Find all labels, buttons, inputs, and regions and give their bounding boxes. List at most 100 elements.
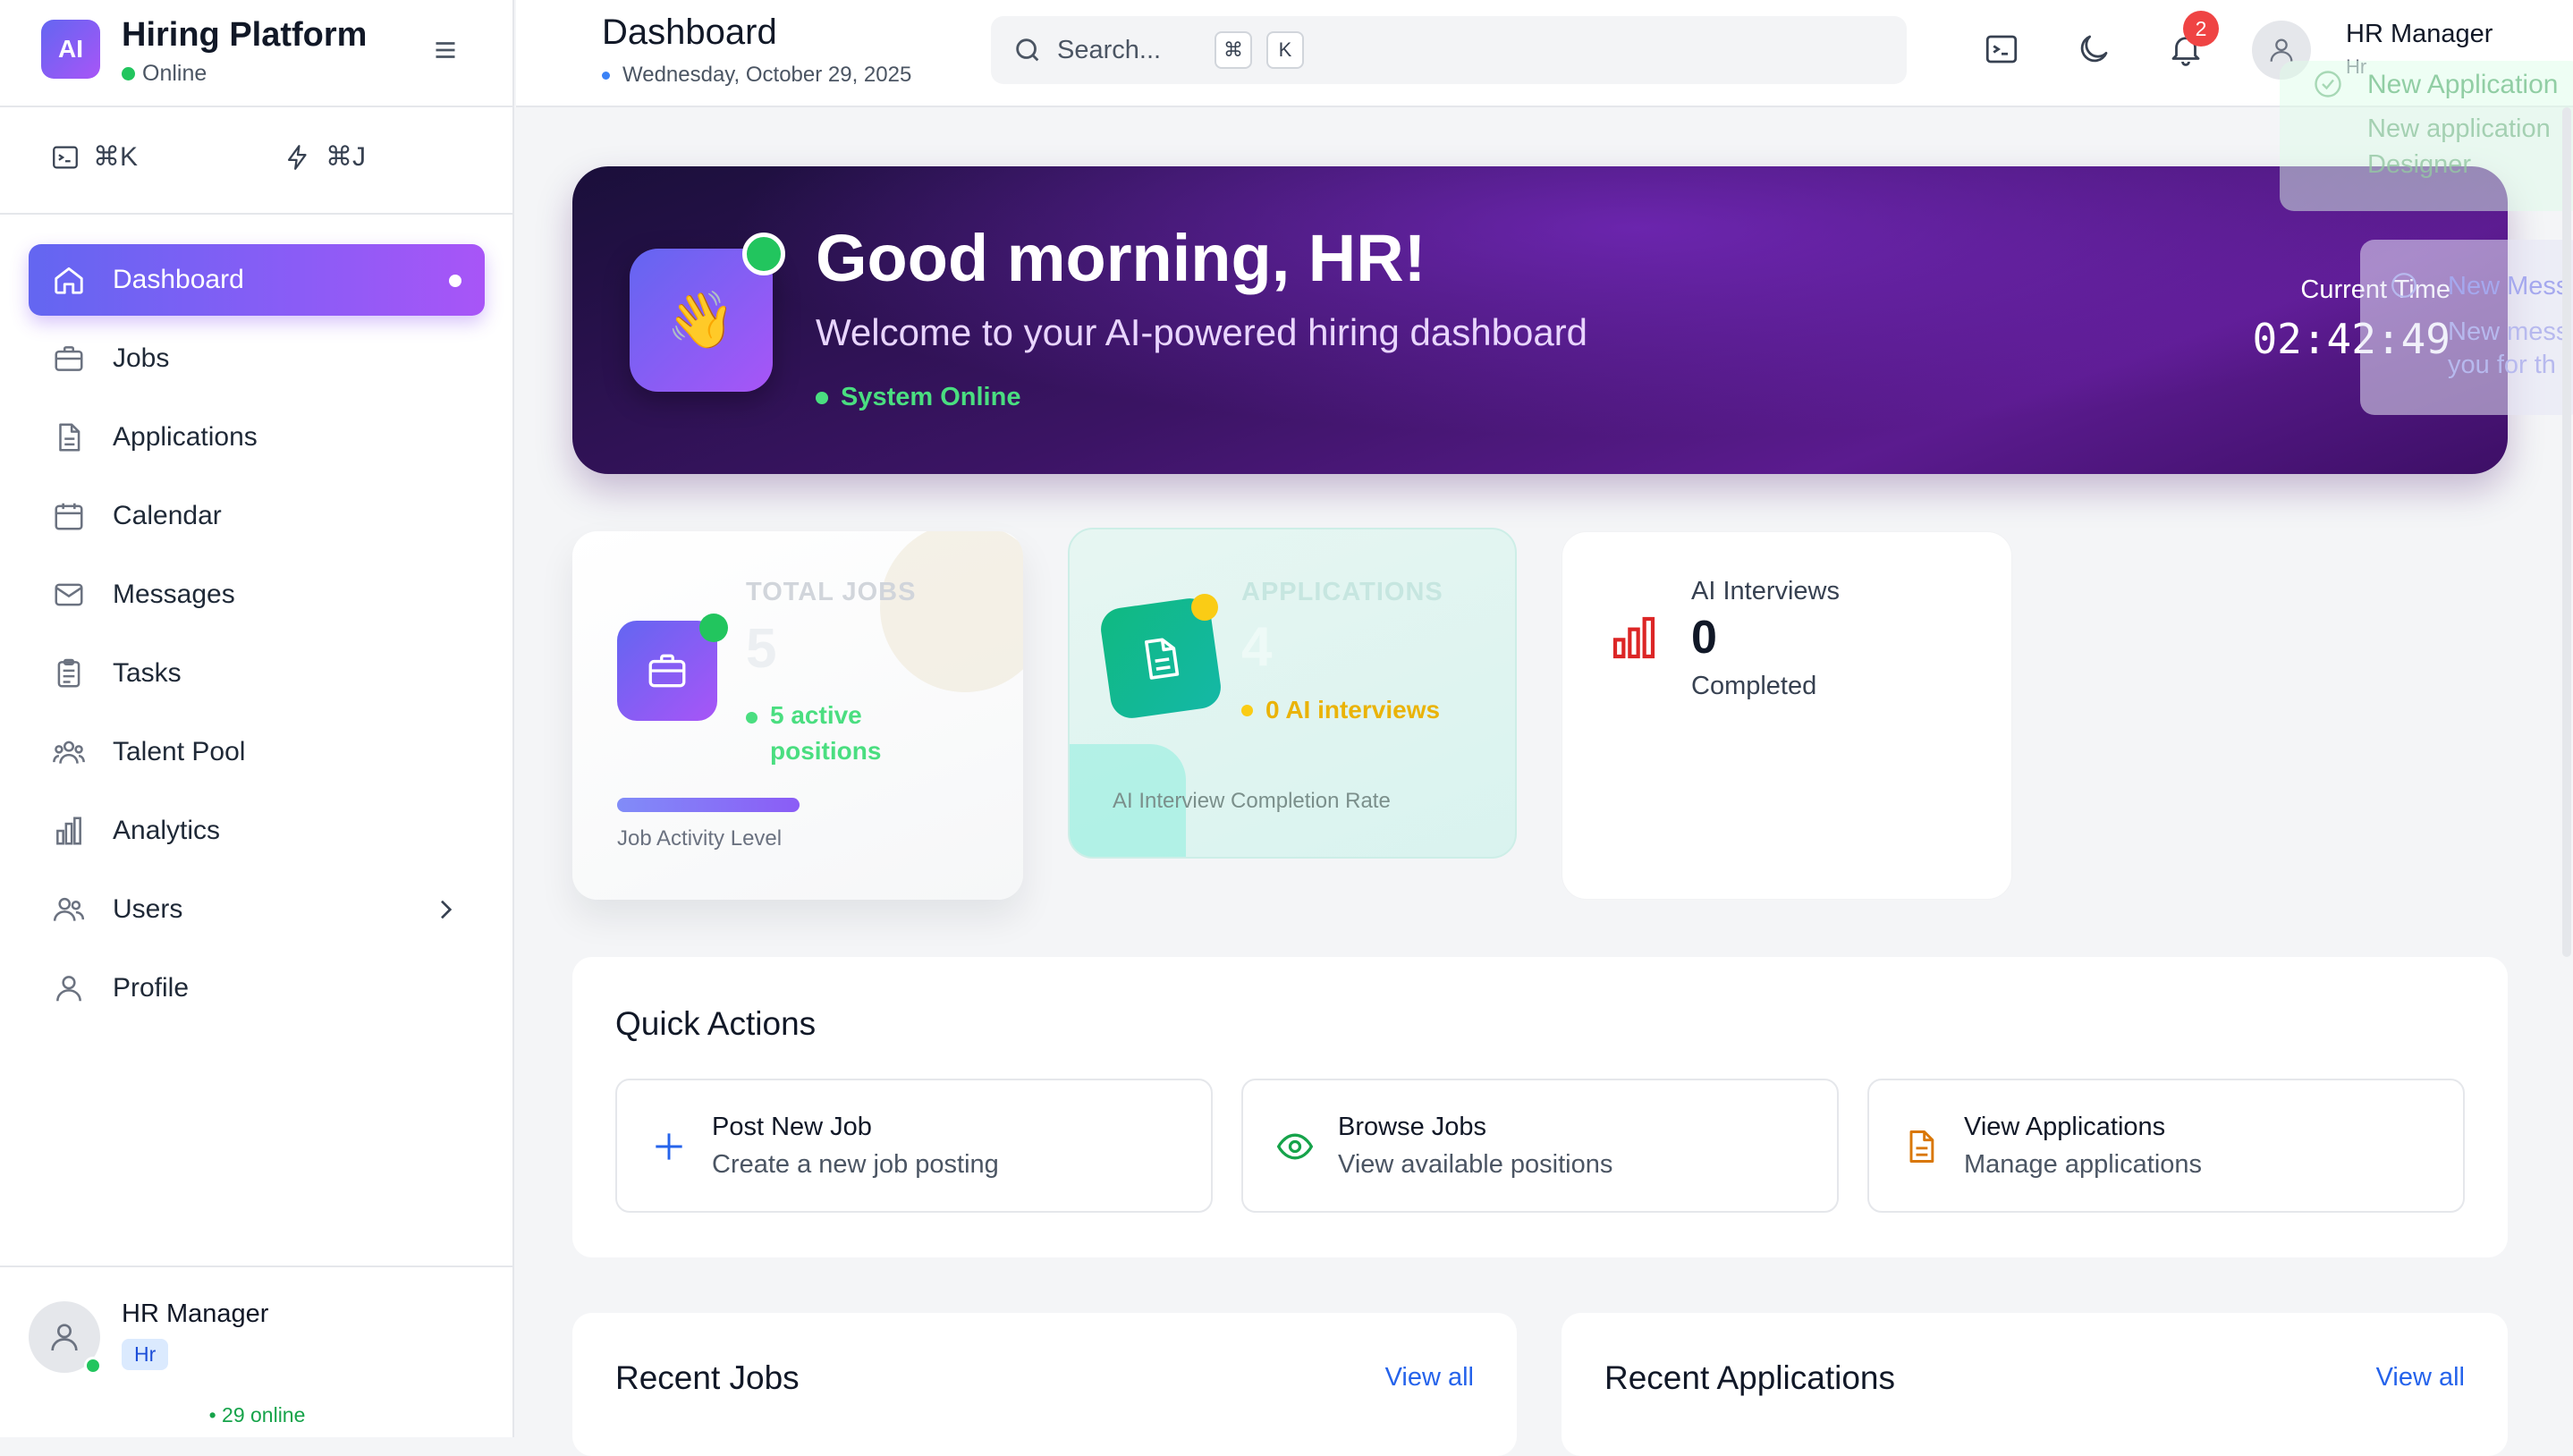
app-logo: AI bbox=[41, 20, 100, 79]
user-icon bbox=[52, 971, 86, 1005]
section-title: Quick Actions bbox=[615, 1005, 817, 1042]
stat-sub: Completed bbox=[1691, 672, 1817, 700]
stat-sub: AI Interview Completion Rate bbox=[1113, 789, 1391, 813]
notification-badge: 2 bbox=[2183, 11, 2219, 47]
stat-value: 4 bbox=[1241, 616, 1273, 678]
toast-new-application[interactable]: New Application New application Designer bbox=[2280, 61, 2573, 211]
eye-icon bbox=[1275, 1127, 1315, 1166]
search-bar[interactable]: ⌘ K bbox=[991, 16, 1907, 84]
status-dot bbox=[1241, 704, 1253, 716]
sidebar-item-profile[interactable]: Profile bbox=[29, 952, 485, 1024]
calendar-icon bbox=[52, 499, 86, 533]
bolt-icon bbox=[283, 142, 313, 173]
user-name: HR Manager bbox=[122, 1299, 269, 1328]
sidebar-nav: Dashboard Jobs Applications Calendar Mes… bbox=[29, 244, 485, 1031]
sidebar-item-calendar[interactable]: Calendar bbox=[29, 480, 485, 552]
online-dot bbox=[122, 67, 135, 80]
greeting-subtitle: Welcome to your AI-powered hiring dashbo… bbox=[816, 311, 1588, 353]
view-applications-button[interactable]: View Applications Manage applications bbox=[1867, 1079, 2465, 1213]
top-header: Dashboard Wednesday, October 29, 2025 ⌘ … bbox=[516, 0, 2573, 107]
stat-card-applications[interactable]: APPLICATIONS 4 0 AI interviews AI Interv… bbox=[1068, 528, 1517, 859]
action-title: View Applications bbox=[1964, 1113, 2166, 1141]
browse-jobs-button[interactable]: Browse Jobs View available positions bbox=[1241, 1079, 1839, 1213]
command-palette-shortcut[interactable]: ⌘K bbox=[50, 141, 138, 173]
stat-label: TOTAL JOBS bbox=[746, 578, 917, 606]
quick-actions-panel: Quick Actions Post New Job Create a new … bbox=[572, 957, 2508, 1257]
shortcut-label: ⌘K bbox=[93, 142, 139, 172]
sidebar-brand: AI Hiring Platform Online bbox=[0, 0, 514, 107]
job-activity-bar bbox=[617, 798, 800, 812]
terminal-icon bbox=[50, 142, 80, 173]
sidebar-item-label: Calendar bbox=[113, 501, 222, 530]
sidebar-item-jobs[interactable]: Jobs bbox=[29, 323, 485, 394]
sidebar-item-label: Tasks bbox=[113, 658, 182, 688]
action-subtitle: Create a new job posting bbox=[712, 1150, 999, 1179]
file-icon bbox=[1901, 1127, 1941, 1166]
online-status-dot bbox=[84, 1357, 102, 1375]
sidebar-item-label: Jobs bbox=[113, 343, 170, 373]
shortcut-label: ⌘J bbox=[326, 142, 366, 172]
view-all-applications-link[interactable]: View all bbox=[2376, 1363, 2465, 1393]
toast-line: Designer bbox=[2367, 150, 2472, 179]
sidebar-item-analytics[interactable]: Analytics bbox=[29, 795, 485, 867]
sidebar-item-applications[interactable]: Applications bbox=[29, 402, 485, 473]
menu-toggle-icon[interactable] bbox=[429, 34, 461, 66]
moon-icon[interactable] bbox=[2075, 30, 2112, 68]
toast-line: New application bbox=[2367, 114, 2551, 143]
header-user-name[interactable]: HR Manager bbox=[2346, 20, 2493, 49]
page-scrollbar[interactable] bbox=[2562, 107, 2571, 957]
chevron-right-icon[interactable] bbox=[431, 895, 460, 924]
sidebar: AI Hiring Platform Online ⌘K ⌘J Dashboar… bbox=[0, 0, 514, 1437]
bar-chart-icon bbox=[1609, 613, 1659, 663]
job-activity-bar-fill bbox=[617, 798, 800, 812]
sidebar-item-messages[interactable]: Messages bbox=[29, 559, 485, 631]
ai-interviews-count: 0 AI interviews bbox=[1241, 696, 1440, 724]
action-subtitle: View available positions bbox=[1338, 1150, 1613, 1179]
system-status-text: System Online bbox=[841, 383, 1021, 411]
sidebar-item-dashboard[interactable]: Dashboard bbox=[29, 244, 485, 316]
sidebar-item-label: Users bbox=[113, 894, 183, 924]
sidebar-user-card[interactable]: HR Manager Hr • 29 online bbox=[0, 1266, 514, 1437]
app-status-text: Online bbox=[142, 61, 207, 86]
sidebar-item-talent-pool[interactable]: Talent Pool bbox=[29, 716, 485, 788]
section-title: Recent Jobs bbox=[615, 1359, 800, 1396]
toast-title: New Application bbox=[2367, 70, 2559, 99]
section-title: Recent Applications bbox=[1604, 1359, 1895, 1396]
toast-line: you for th bbox=[2448, 351, 2556, 379]
check-circle-icon bbox=[2312, 68, 2344, 100]
sidebar-item-tasks[interactable]: Tasks bbox=[29, 638, 485, 709]
briefcase-icon bbox=[52, 342, 86, 376]
action-subtitle: Manage applications bbox=[1964, 1150, 2203, 1179]
stat-card-ai-interviews[interactable]: AI Interviews 0 Completed bbox=[1562, 531, 2012, 900]
terminal-icon[interactable] bbox=[1983, 30, 2020, 68]
view-all-jobs-link[interactable]: View all bbox=[1385, 1363, 1474, 1393]
status-dot bbox=[1191, 594, 1218, 621]
active-indicator bbox=[449, 275, 461, 287]
recent-applications-panel: Recent Applications View all bbox=[1562, 1313, 2508, 1456]
sidebar-item-label: Analytics bbox=[113, 816, 221, 845]
app-status: Online bbox=[122, 61, 207, 87]
active-positions: 5 active positions bbox=[746, 698, 925, 769]
ai-interviews-text: 0 AI interviews bbox=[1265, 696, 1441, 724]
search-input[interactable] bbox=[1057, 35, 1200, 65]
status-dot bbox=[816, 391, 828, 404]
system-status: System Online bbox=[816, 383, 1020, 412]
toast-new-message[interactable]: New Mess New mess you for th bbox=[2360, 240, 2573, 415]
sidebar-item-label: Dashboard bbox=[113, 265, 244, 294]
quick-action-shortcut[interactable]: ⌘J bbox=[283, 141, 366, 173]
search-shortcut-key-k: K bbox=[1266, 31, 1304, 69]
page-title: Dashboard bbox=[602, 13, 777, 52]
sidebar-item-label: Talent Pool bbox=[113, 737, 246, 766]
stat-label: APPLICATIONS bbox=[1241, 578, 1443, 606]
stat-sub: Job Activity Level bbox=[617, 826, 783, 851]
message-icon bbox=[2389, 270, 2419, 301]
sidebar-item-users[interactable]: Users bbox=[29, 874, 485, 945]
action-title: Browse Jobs bbox=[1338, 1113, 1487, 1141]
online-dot bbox=[742, 233, 785, 275]
post-new-job-button[interactable]: Post New Job Create a new job posting bbox=[615, 1079, 1213, 1213]
page-date: Wednesday, October 29, 2025 bbox=[602, 63, 911, 88]
stat-card-total-jobs[interactable]: TOTAL JOBS 5 5 active positions Job Acti… bbox=[572, 531, 1023, 900]
date-dot bbox=[602, 71, 610, 80]
group-icon bbox=[52, 735, 86, 769]
sidebar-item-label: Profile bbox=[113, 973, 190, 1003]
